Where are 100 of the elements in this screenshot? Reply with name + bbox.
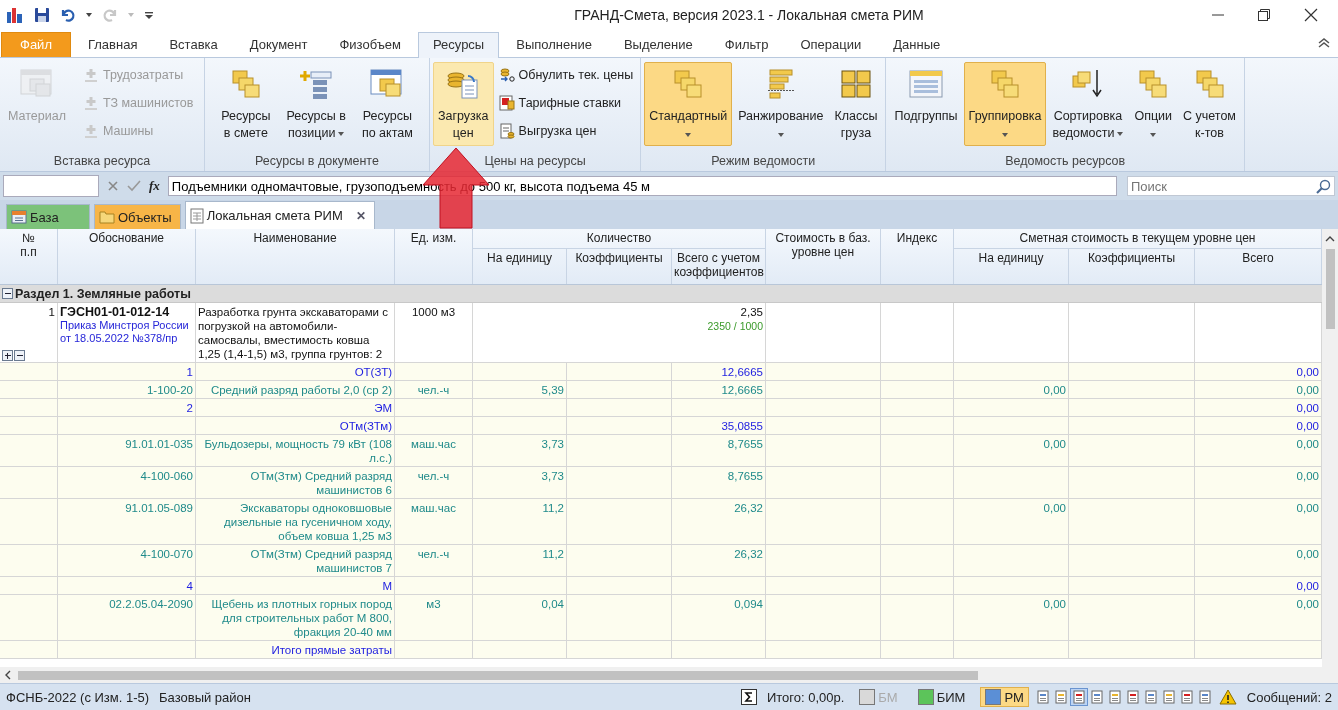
ribbon-button[interactable]: Ранжирование [733, 62, 829, 146]
ribbon-button[interactable]: Стандартный [644, 62, 733, 146]
table-cell: 0,00 [1296, 580, 1319, 592]
document-tab[interactable]: База [6, 204, 90, 229]
ribbon-button[interactable]: Тарифные ставки [494, 90, 638, 116]
tab-label: База [30, 209, 59, 225]
status-text: Базовый район [159, 689, 251, 705]
window-title: ГРАНД-Смета, версия 2023.1 - Локальная смета РИМ [573, 7, 925, 23]
table-cell: Бульдозеры, мощность 79 кВт (108 л.с.) [204, 438, 392, 464]
collapse-icon[interactable] [2, 288, 13, 299]
ribbon-button[interactable]: Обнулить тек. цены [494, 62, 638, 88]
column-header: Коэффициенты [1069, 249, 1195, 284]
status-text: Сообщений: 2 [1246, 689, 1332, 705]
ribbon-button[interactable]: Подгруппы [889, 62, 963, 146]
table-cell: м3 [426, 598, 441, 610]
ribbon-tab[interactable]: Ресурсы [417, 32, 500, 58]
ribbon-tab[interactable]: Данные [878, 32, 956, 57]
link[interactable]: Приказ Минстроя России от 18.05.2022 №378/пр [60, 319, 193, 345]
table-cell: 0,00 [1296, 402, 1319, 414]
search-icon[interactable] [1315, 179, 1331, 195]
ribbon-button[interactable]: Ресурсы в позиции [281, 62, 351, 146]
ribbon-button[interactable]: С учетом к-тов [1178, 62, 1241, 146]
ribbon-tab[interactable]: Физобъем [324, 32, 416, 57]
table-cell: ОТ(ЗТ) [354, 366, 392, 378]
table-cell: 0,00 [1296, 420, 1319, 432]
restore-icon[interactable] [1258, 9, 1270, 21]
function-label[interactable]: fx [149, 178, 160, 194]
tab-label: Локальная смета РИМ [206, 208, 343, 223]
table-cell: 0,00 [1043, 384, 1066, 396]
name-field[interactable] [3, 175, 99, 197]
table-cell: 0,00 [1296, 598, 1319, 610]
search-field[interactable]: Поиск [1127, 176, 1335, 196]
column-header: Обоснование [58, 229, 196, 284]
table-cell: чел.-ч [417, 470, 450, 482]
ribbon-button[interactable]: Выгрузка цен [494, 118, 638, 144]
ribbon-button[interactable]: Сортировка ведомости [1047, 62, 1129, 146]
table-cell: ЭМ [374, 402, 392, 414]
table-cell: 12,6665 [721, 384, 763, 396]
coins-icon [498, 67, 515, 83]
ribbon-tab[interactable]: Выполнение [501, 32, 607, 57]
ribbon-tab[interactable]: Фильтр [709, 32, 784, 57]
ribbon-button[interactable]: Опции [1129, 62, 1178, 146]
mode-button[interactable]: БИМ [912, 687, 971, 707]
table-row[interactable]: 4-100-060 ОТм(Зтм) Средний разряд машинистов 6 чел.-ч 3,73 8,7655 0,00 [0, 467, 1322, 499]
ribbon-button[interactable]: Ресурсы по актам [356, 62, 418, 146]
scrollbar-thumb[interactable] [18, 670, 978, 680]
warning-icon [1218, 689, 1237, 705]
ribbon-button[interactable]: Группировка [963, 62, 1047, 146]
collapse-icon[interactable] [14, 350, 25, 361]
table-cell: 0,00 [1043, 598, 1066, 610]
ribbon-tab[interactable]: Операции [785, 32, 877, 57]
vertical-scrollbar[interactable] [1322, 229, 1338, 667]
table-row[interactable]: 2 ЭМ 0,00 [0, 399, 1322, 417]
table-cell: 0,00 [1296, 502, 1319, 514]
section-row[interactable]: Раздел 1. Земляные работы [0, 285, 1322, 303]
ribbon-tab[interactable]: Выделение [608, 32, 708, 57]
cancel-icon[interactable] [107, 180, 119, 192]
mode-button[interactable]: РМ [980, 687, 1029, 707]
table-row[interactable]: ОТм(ЗТм) 35,0855 0,00 [0, 417, 1322, 435]
ribbon-button[interactable]: Ресурсы в смете [216, 62, 276, 146]
ribbon-button[interactable]: Загрузка цен [433, 62, 494, 146]
list-icon [299, 68, 334, 100]
customize-icon[interactable] [144, 10, 154, 20]
table-cell: Итого прямые затраты [271, 644, 392, 656]
grid-icon [838, 68, 873, 100]
document-tab[interactable]: Локальная смета РИМ ✕ [184, 201, 375, 229]
table-cell: 3,73 [541, 438, 564, 450]
table-row[interactable]: 91.01.05-089 Экскаваторы одноковшовые дизельные на гусеничном ходу, объем ковша 1,25 м3 маш.час 11,2 26,32 0,00 0,00 [0, 499, 1322, 545]
table-row[interactable]: 91.01.01-035 Бульдозеры, мощность 79 кВт (108 л.с.) маш.час 3,73 8,7655 0,00 0,00 [0, 435, 1322, 467]
caret-icon[interactable] [86, 13, 92, 17]
ribbon-tab[interactable]: Документ [234, 32, 323, 57]
table-cell: 0,00 [1296, 438, 1319, 450]
table-row[interactable]: 1-100-20 Средний разряд работы 2,0 (ср 2) чел.-ч 5,39 12,6665 0,00 0,00 [0, 381, 1322, 399]
document-icon [498, 123, 515, 139]
close-icon[interactable] [1304, 8, 1318, 22]
table-row[interactable]: 02.2.05.04-2090 Щебень из плотных горных пород для строительных работ М 800, фракция 20-40 мм м3 0,04 0,094 0,00 0,00 [0, 595, 1322, 641]
document-tab[interactable]: Объекты [94, 204, 181, 229]
ribbon-button[interactable]: Классы груза [829, 62, 883, 146]
status-text: Итого: 0,00р. [766, 689, 845, 705]
toolbar-button[interactable] [1069, 688, 1088, 706]
undo-icon[interactable] [60, 7, 76, 23]
database-icon [11, 209, 27, 225]
expand-icon[interactable] [2, 350, 13, 361]
close-button[interactable]: ✕ [355, 208, 366, 223]
save-icon[interactable] [34, 7, 50, 23]
table-row[interactable]: Итого прямые затраты [0, 641, 1322, 659]
scroll-up-icon[interactable] [1325, 235, 1335, 243]
ribbon-tab[interactable]: Вставка [154, 32, 233, 57]
table-cell: маш.час [411, 502, 456, 514]
horizontal-scrollbar[interactable] [0, 667, 1338, 683]
table-row[interactable]: 1 ОТ(ЗТ) 12,6665 0,00 [0, 363, 1322, 381]
table-row[interactable]: 4 М 0,00 [0, 577, 1322, 595]
scroll-left-icon[interactable] [4, 670, 12, 680]
table-row[interactable]: 4-100-070 ОТм(Зтм) Средний разряд машинистов 7 чел.-ч 11,2 26,32 0,00 [0, 545, 1322, 577]
collapse-icon[interactable] [1318, 38, 1330, 48]
scrollbar-thumb[interactable] [1325, 249, 1335, 329]
table-cell: 11,2 [542, 548, 564, 560]
table-cell: Средний разряд работы 2,0 (ср 2) [210, 384, 392, 396]
table-cell: 0,094 [734, 598, 763, 610]
ribbon-tab[interactable]: Главная [72, 32, 153, 57]
